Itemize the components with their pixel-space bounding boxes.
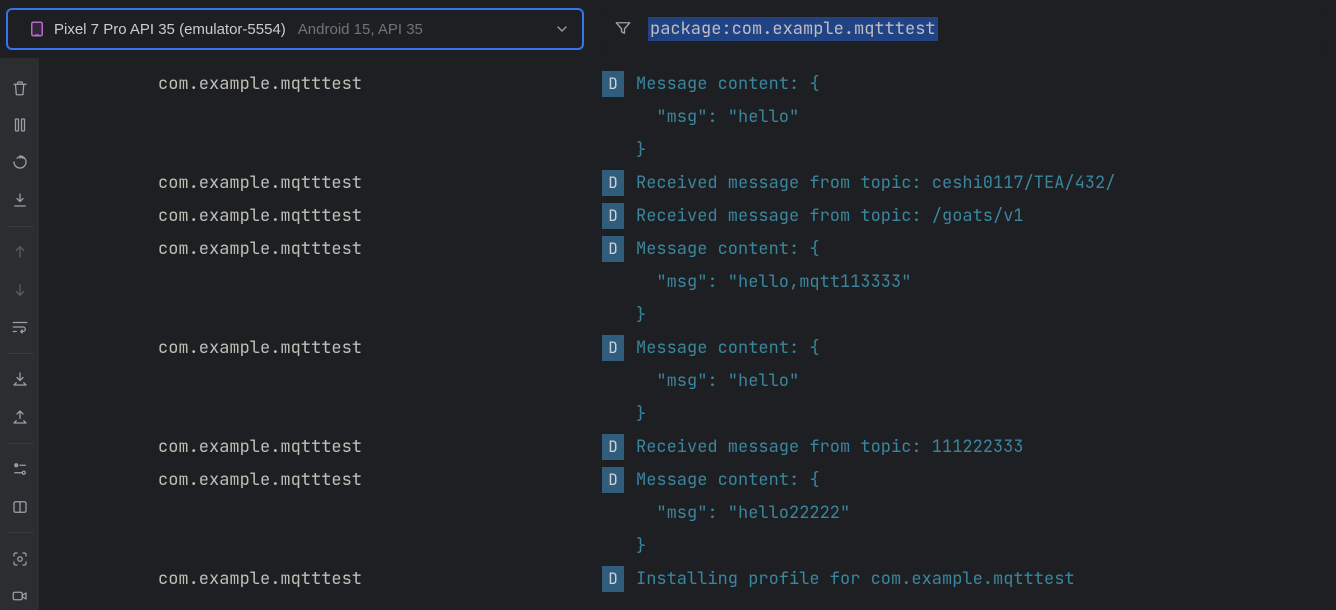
sidebar-screenshot-button[interactable]: [6, 545, 34, 572]
sidebar-restart-button[interactable]: [6, 149, 34, 176]
logcat-body: com.example.mqtttestDMessage content: { …: [0, 58, 1336, 610]
log-level: D: [590, 233, 636, 262]
sidebar-split-button[interactable]: [6, 493, 34, 520]
log-message: }: [636, 530, 1336, 563]
filter-icon: [614, 19, 634, 39]
restart-icon: [11, 153, 29, 171]
log-level: D: [590, 68, 636, 97]
log-list[interactable]: com.example.mqtttestDMessage content: { …: [40, 58, 1336, 610]
pause-icon: [11, 116, 29, 134]
log-row[interactable]: "msg": "hello": [40, 101, 1336, 134]
log-row[interactable]: }: [40, 398, 1336, 431]
log-row[interactable]: com.example.mqtttest D Message content: {: [40, 233, 1336, 266]
log-row[interactable]: com.example.mqtttest D Message content: {: [40, 68, 1336, 101]
log-row[interactable]: "msg": "hello22222": [40, 497, 1336, 530]
level-badge: D: [602, 335, 624, 361]
log-tag: com.example.mqtttest: [40, 332, 590, 365]
chevron-down-icon: [554, 21, 570, 37]
level-badge: D: [602, 566, 624, 592]
sidebar-divider: [7, 443, 33, 444]
log-tag: com.example.mqtttest: [40, 68, 590, 101]
sidebar-pause-button[interactable]: [6, 111, 34, 138]
log-message: "msg": "hello": [636, 101, 1336, 134]
log-message: Received message from topic: /goats/v1: [636, 200, 1336, 233]
logcat-filter[interactable]: package:com.example.mqtttest: [602, 8, 1328, 50]
sidebar-divider: [7, 226, 33, 227]
log-row[interactable]: }: [40, 530, 1336, 563]
log-message: "msg": "hello22222": [636, 497, 1336, 530]
down-icon: [11, 281, 29, 299]
log-tag: com.example.mqtttest: [40, 233, 590, 266]
sidebar-record-button[interactable]: [6, 583, 34, 610]
record-icon: [11, 587, 29, 605]
sidebar-settings-button[interactable]: [6, 456, 34, 483]
log-level: D: [590, 563, 636, 592]
logcat-sidebar: [0, 58, 40, 610]
log-message: Received message from topic: ceshi0117/T…: [636, 167, 1336, 200]
log-row[interactable]: "msg": "hello": [40, 365, 1336, 398]
device-selector[interactable]: Pixel 7 Pro API 35 (emulator-5554) Andro…: [6, 8, 584, 50]
log-message: }: [636, 299, 1336, 332]
sidebar-import-button[interactable]: [6, 366, 34, 393]
log-level: D: [590, 167, 636, 196]
log-message: }: [636, 398, 1336, 431]
log-message: Message content: {: [636, 233, 1336, 266]
log-row[interactable]: com.example.mqtttest D Received message fr…: [40, 200, 1336, 233]
trash-icon: [11, 79, 29, 97]
level-badge: D: [602, 71, 624, 97]
log-row[interactable]: com.example.mqtttest D Installing profile …: [40, 563, 1336, 596]
log-message: Message content: {: [636, 464, 1336, 497]
level-badge: D: [602, 203, 624, 229]
log-row[interactable]: com.example.mqtttest D Message content: {: [40, 464, 1336, 497]
log-row[interactable]: com.example.mqtttest D Message content: {: [40, 332, 1336, 365]
log-tag: com.example.mqtttest: [40, 563, 590, 596]
log-tag: com.example.mqtttest: [40, 167, 590, 200]
log-message: Installing profile for com.example.mqttt…: [636, 563, 1336, 596]
log-message: "msg": "hello,mqtt113333": [636, 266, 1336, 299]
log-tag: com.example.mqtttest: [40, 431, 590, 464]
sidebar-down-button: [6, 276, 34, 303]
device-name: Pixel 7 Pro API 35 (emulator-5554): [54, 21, 286, 38]
log-row[interactable]: com.example.mqtttest D Received message fr…: [40, 167, 1336, 200]
wrap-icon: [11, 318, 29, 336]
device-icon: [28, 20, 46, 38]
up-icon: [11, 243, 29, 261]
level-badge: D: [602, 170, 624, 196]
log-row[interactable]: "msg": "hello,mqtt113333": [40, 266, 1336, 299]
level-badge: D: [602, 467, 624, 493]
log-message: Message content: {: [636, 68, 1336, 101]
level-badge: D: [602, 434, 624, 460]
log-message: Message content: {: [636, 332, 1336, 365]
log-message: }: [636, 134, 1336, 167]
settings-icon: [11, 460, 29, 478]
scroll-end-icon: [11, 191, 29, 209]
log-row[interactable]: com.example.mqtttest D Received message fr…: [40, 431, 1336, 464]
sidebar-divider: [7, 353, 33, 354]
log-tag: com.example.mqtttest: [40, 464, 590, 497]
screenshot-icon: [11, 550, 29, 568]
log-level: D: [590, 431, 636, 460]
level-badge: D: [602, 236, 624, 262]
log-tag: com.example.mqtttest: [40, 200, 590, 233]
device-subtitle: Android 15, API 35: [298, 21, 423, 38]
log-message: Received message from topic: 111222333: [636, 431, 1336, 464]
split-icon: [11, 498, 29, 516]
import-icon: [11, 370, 29, 388]
sidebar-divider: [7, 532, 33, 533]
log-row[interactable]: }: [40, 299, 1336, 332]
filter-input[interactable]: package:com.example.mqtttest: [648, 17, 938, 41]
sidebar-wrap-button[interactable]: [6, 313, 34, 340]
log-message: "msg": "hello": [636, 365, 1336, 398]
sidebar-up-button: [6, 239, 34, 266]
sidebar-scroll-end-button[interactable]: [6, 186, 34, 213]
logcat-top-bar: Pixel 7 Pro API 35 (emulator-5554) Andro…: [0, 0, 1336, 58]
log-level: D: [590, 464, 636, 493]
sidebar-trash-button[interactable]: [6, 74, 34, 101]
log-level: D: [590, 200, 636, 229]
export-icon: [11, 408, 29, 426]
log-level: D: [590, 332, 636, 361]
log-row[interactable]: }: [40, 134, 1336, 167]
sidebar-export-button[interactable]: [6, 403, 34, 430]
